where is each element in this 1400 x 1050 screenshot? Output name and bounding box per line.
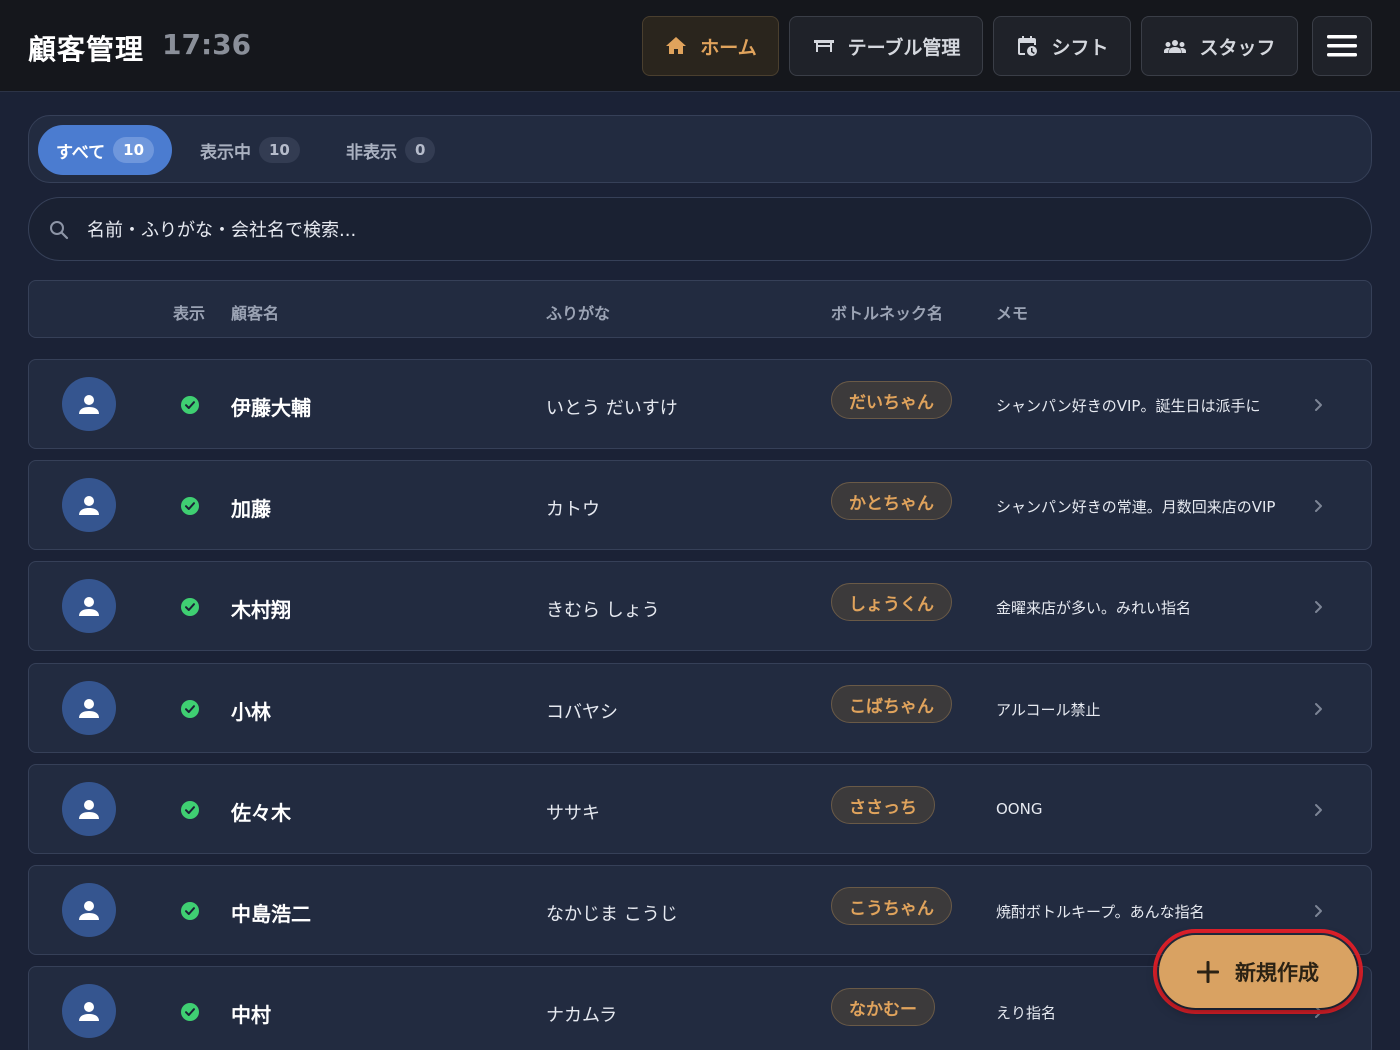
customer-memo: シャンパン好きのVIP。誕生日は派手に — [996, 397, 1261, 415]
customer-memo: 焼酎ボトルキープ。あんな指名 — [996, 903, 1205, 921]
customer-name: 小林 — [231, 700, 271, 724]
tab-visible-count: 10 — [259, 137, 300, 163]
nav-home-label: ホーム — [700, 36, 757, 59]
tab-hidden[interactable]: 非表示 0 — [328, 125, 453, 175]
avatar — [62, 984, 116, 1038]
nickname-badge: こうちゃん — [831, 887, 952, 925]
person-icon — [79, 901, 99, 920]
avatar — [62, 478, 116, 532]
table-row[interactable]: 小林 コバヤシ こばちゃん アルコール禁止 — [28, 663, 1372, 753]
nickname-badge: ささっち — [831, 786, 935, 824]
table-row[interactable]: 伊藤大輔 いとう だいすけ だいちゃん シャンパン好きのVIP。誕生日は派手に — [28, 359, 1372, 449]
tab-hidden-label: 非表示 — [346, 142, 397, 163]
person-icon — [79, 496, 99, 515]
avatar — [62, 782, 116, 836]
column-memo: メモ — [996, 304, 1029, 323]
visible-check-icon[interactable] — [181, 1003, 199, 1021]
chevron-right-icon — [1315, 804, 1322, 816]
column-name: 顧客名 — [231, 304, 280, 323]
nav-home-button[interactable]: ホーム — [642, 16, 779, 76]
customer-furigana: きむら しょう — [546, 600, 660, 621]
visible-check-icon[interactable] — [181, 902, 199, 920]
customer-furigana: ササキ — [546, 803, 600, 824]
table-row[interactable]: 加藤 カトウ かとちゃん シャンパン好きの常連。月数回来店のVIP — [28, 460, 1372, 550]
top-header: 顧客管理 17:36 ホーム テーブル管理 シフト スタッフ — [0, 0, 1400, 92]
nav-shift-button[interactable]: シフト — [993, 16, 1131, 76]
visible-check-icon[interactable] — [181, 396, 199, 414]
customer-name: 伊藤大輔 — [231, 396, 311, 420]
table-row[interactable]: 佐々木 ササキ ささっち OONG — [28, 764, 1372, 854]
nickname-badge: だいちゃん — [831, 381, 952, 419]
visible-check-icon[interactable] — [181, 801, 199, 819]
customer-memo: OONG — [996, 800, 1043, 818]
new-customer-button[interactable]: 新規作成 — [1159, 935, 1357, 1008]
visible-check-icon[interactable] — [181, 598, 199, 616]
person-icon — [79, 597, 99, 616]
chevron-right-icon — [1315, 601, 1322, 613]
avatar — [62, 377, 116, 431]
customer-memo: 金曜来店が多い。みれい指名 — [996, 599, 1192, 617]
visible-check-icon[interactable] — [181, 700, 199, 718]
column-nickname: ボトルネック名 — [831, 304, 944, 323]
person-icon — [79, 800, 99, 819]
nickname-badge: こばちゃん — [831, 685, 952, 723]
customer-name: 中村 — [231, 1003, 271, 1027]
people-icon — [1164, 40, 1187, 53]
tab-all[interactable]: すべて 10 — [38, 125, 173, 175]
clock: 17:36 — [162, 28, 252, 61]
new-customer-label: 新規作成 — [1235, 960, 1319, 985]
menu-button[interactable] — [1312, 16, 1372, 76]
customer-memo: アルコール禁止 — [996, 701, 1101, 719]
avatar — [62, 883, 116, 937]
customer-furigana: なかじま こうじ — [546, 904, 678, 925]
nickname-badge: しょうくん — [831, 583, 952, 621]
customer-name: 中島浩二 — [231, 902, 311, 926]
table-row[interactable]: 木村翔 きむら しょう しょうくん 金曜来店が多い。みれい指名 — [28, 561, 1372, 651]
tab-visible-label: 表示中 — [200, 142, 251, 163]
tab-hidden-count: 0 — [405, 137, 436, 163]
chevron-right-icon — [1315, 905, 1322, 917]
search-bar — [28, 197, 1372, 261]
customer-name: 加藤 — [231, 497, 271, 521]
table-header: 表示 顧客名 ふりがな ボトルネック名 メモ — [28, 280, 1372, 338]
nav-table-button[interactable]: テーブル管理 — [789, 16, 983, 76]
tab-all-label: すべて — [56, 142, 106, 163]
column-furigana: ふりがな — [546, 304, 611, 323]
nav-staff-label: スタッフ — [1199, 36, 1276, 59]
customer-furigana: ナカムラ — [546, 1005, 618, 1026]
person-icon — [79, 395, 99, 414]
visible-check-icon[interactable] — [181, 497, 199, 515]
home-icon — [666, 37, 687, 54]
tab-all-count: 10 — [113, 137, 155, 163]
nav-shift-label: シフト — [1051, 36, 1109, 59]
person-icon — [79, 699, 99, 718]
search-icon — [50, 221, 69, 240]
avatar — [62, 579, 116, 633]
nav-staff-button[interactable]: スタッフ — [1141, 16, 1298, 76]
filter-tabs: すべて 10 表示中 10 非表示 0 — [28, 115, 1372, 183]
customer-memo: えり指名 — [996, 1004, 1057, 1022]
customer-name: 佐々木 — [231, 801, 291, 825]
customer-furigana: コバヤシ — [546, 702, 618, 723]
customer-furigana: いとう だいすけ — [546, 398, 678, 419]
person-icon — [79, 1002, 99, 1021]
customer-name: 木村翔 — [231, 598, 291, 622]
tab-visible[interactable]: 表示中 10 — [182, 125, 318, 175]
nav-table-label: テーブル管理 — [847, 36, 961, 59]
plus-icon — [1197, 960, 1219, 983]
hamburger-menu-icon — [1327, 35, 1357, 57]
table-icon — [813, 40, 834, 52]
search-input[interactable] — [87, 210, 1347, 250]
calendar-clock-icon — [1018, 36, 1038, 56]
avatar — [62, 681, 116, 735]
chevron-right-icon — [1315, 500, 1322, 512]
customer-furigana: カトウ — [546, 499, 600, 520]
nickname-badge: かとちゃん — [831, 482, 952, 520]
customer-memo: シャンパン好きの常連。月数回来店のVIP — [996, 498, 1276, 516]
nickname-badge: なかむー — [831, 988, 935, 1026]
column-visible: 表示 — [173, 304, 206, 323]
chevron-right-icon — [1315, 399, 1322, 411]
page-title: 顧客管理 — [28, 33, 145, 66]
chevron-right-icon — [1315, 703, 1322, 715]
